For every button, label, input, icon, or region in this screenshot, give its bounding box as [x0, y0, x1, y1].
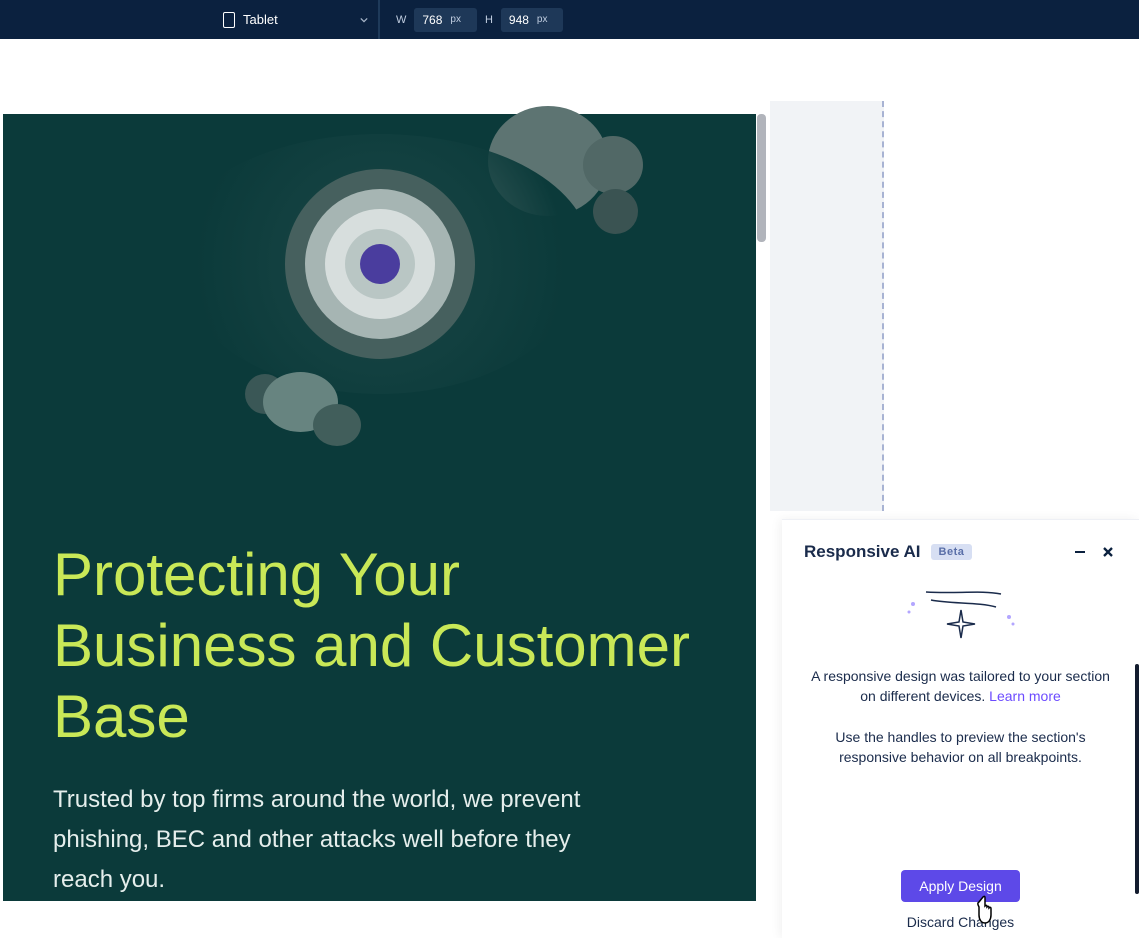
canvas-area: Protecting Your Business and Customer Ba… [0, 39, 1139, 899]
panel-message-2: Use the handles to preview the section's… [808, 727, 1113, 768]
preview-frame[interactable]: Protecting Your Business and Customer Ba… [3, 63, 756, 901]
breakpoint-ghost-area[interactable] [770, 101, 884, 511]
panel-actions: Apply Design Discard Changes [782, 870, 1139, 938]
panel-scrollbar[interactable] [1135, 664, 1139, 894]
learn-more-link[interactable]: Learn more [989, 688, 1061, 704]
panel-title: Responsive AI [804, 542, 921, 562]
panel-header: Responsive AI Beta [782, 520, 1139, 572]
height-label: H [485, 14, 493, 26]
hero-title: Protecting Your Business and Customer Ba… [53, 540, 706, 752]
hero-section: Protecting Your Business and Customer Ba… [3, 114, 756, 901]
height-unit: px [537, 14, 548, 25]
panel-body: A responsive design was tailored to your… [782, 662, 1139, 787]
panel-message-1: A responsive design was tailored to your… [808, 666, 1113, 707]
close-button[interactable] [1099, 543, 1117, 561]
panel-illustration [782, 572, 1139, 662]
height-input[interactable] [501, 8, 537, 32]
tablet-icon [223, 12, 235, 28]
cloud-shape [593, 189, 638, 234]
discard-changes-button[interactable]: Discard Changes [907, 914, 1014, 930]
device-selector[interactable]: Tablet [213, 0, 379, 39]
hero-graphic [53, 114, 706, 474]
preview-scrollbar-thumb[interactable] [757, 114, 766, 242]
beta-badge: Beta [931, 544, 973, 560]
device-label: Tablet [243, 12, 352, 27]
dimension-controls: W px H px [379, 0, 563, 39]
width-label: W [396, 14, 406, 26]
top-toolbar: Tablet W px H px [0, 0, 1139, 39]
chevron-down-icon [360, 16, 368, 24]
minimize-button[interactable] [1071, 543, 1089, 561]
hero-subtitle: Trusted by top firms around the world, w… [53, 780, 593, 899]
eye-graphic [170, 134, 590, 394]
responsive-ai-panel: Responsive AI Beta [782, 519, 1139, 938]
width-input[interactable] [414, 8, 450, 32]
sparkle-icon [901, 582, 1021, 652]
cloud-shape [313, 404, 361, 446]
width-unit: px [450, 14, 461, 25]
apply-design-button[interactable]: Apply Design [901, 870, 1020, 902]
cloud-shape [583, 136, 643, 194]
